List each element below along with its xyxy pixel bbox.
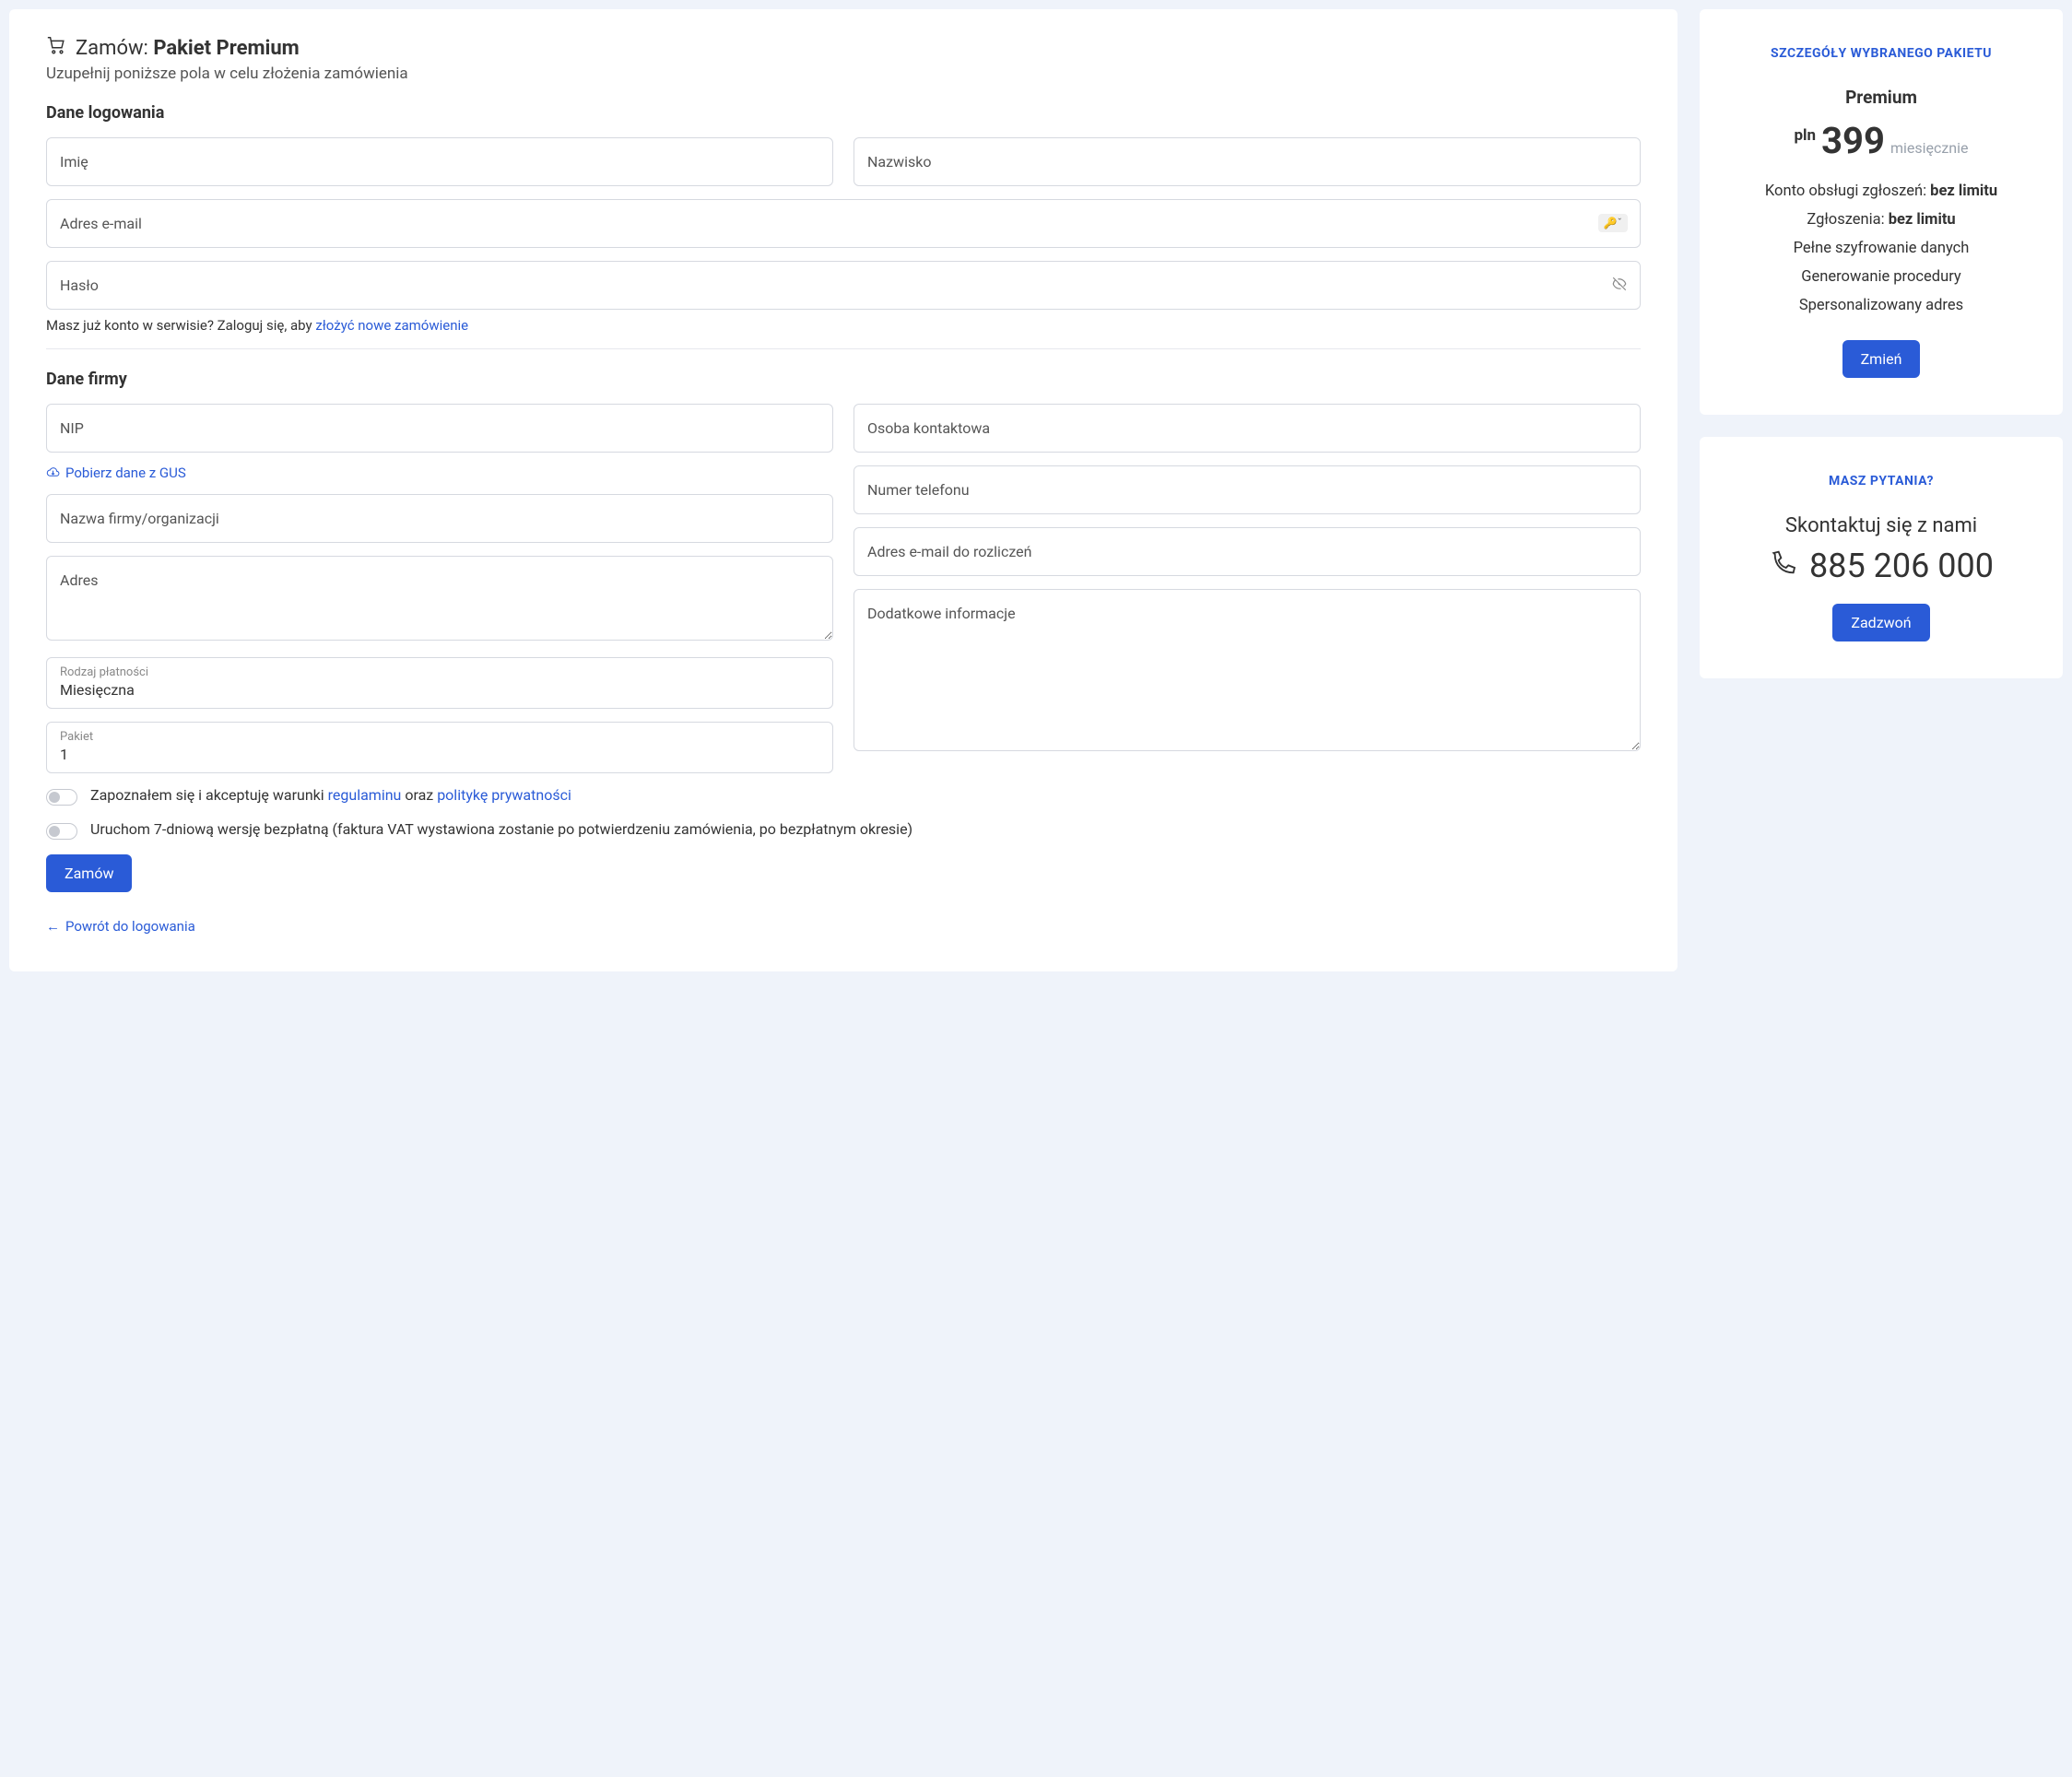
submit-order-button[interactable]: Zamów xyxy=(46,854,132,892)
cart-icon xyxy=(46,35,66,61)
plan-price: pln 399 miesięcznie xyxy=(1729,119,2033,162)
divider xyxy=(46,348,1641,349)
page-title: Zamów: Pakiet Premium xyxy=(76,37,300,60)
contact-subheading: Skontaktuj się z nami xyxy=(1729,514,2033,537)
arrow-left-icon: ← xyxy=(46,918,60,935)
eye-off-icon[interactable] xyxy=(1611,276,1628,296)
first-name-input[interactable] xyxy=(46,137,833,186)
plan-feature: Konto obsługi zgłoszeń: bez limitu xyxy=(1729,182,2033,200)
password-input[interactable] xyxy=(46,261,1641,310)
gus-fetch-link[interactable]: Pobierz dane z GUS xyxy=(46,465,186,481)
contact-card-heading: MASZ PYTANIA? xyxy=(1729,474,2033,488)
contact-phone-number: 885 206 000 xyxy=(1809,547,1994,585)
company-section-heading: Dane firmy xyxy=(46,370,1641,389)
key-suggestion-icon[interactable]: 🔑ˇ xyxy=(1598,214,1628,232)
accept-terms-label: Zapoznałem się i akceptuję warunki regul… xyxy=(90,786,571,804)
last-name-input[interactable] xyxy=(854,137,1641,186)
phone-input[interactable] xyxy=(854,465,1641,514)
contact-person-input[interactable] xyxy=(854,404,1641,453)
address-input[interactable] xyxy=(46,556,833,641)
plan-card-heading: SZCZEGÓŁY WYBRANEGO PAKIETU xyxy=(1729,46,2033,61)
plan-feature: Generowanie procedury xyxy=(1729,268,2033,286)
privacy-link[interactable]: politykę prywatności xyxy=(437,786,571,804)
page-subtitle: Uzupełnij poniższe pola w celu złożenia … xyxy=(46,65,1641,83)
extra-info-input[interactable] xyxy=(854,589,1641,751)
terms-link[interactable]: regulaminu xyxy=(328,786,402,804)
change-plan-button[interactable]: Zmień xyxy=(1842,340,1921,378)
back-to-login-link[interactable]: ← Powrót do logowania xyxy=(46,918,195,935)
payment-type-select[interactable]: Rodzaj płatności Miesięczna xyxy=(46,657,833,709)
contact-card: MASZ PYTANIA? Skontaktuj się z nami 885 … xyxy=(1700,437,2063,678)
free-trial-toggle[interactable] xyxy=(46,823,77,840)
plan-feature: Zgłoszenia: bez limitu xyxy=(1729,211,2033,229)
call-button[interactable]: Zadzwoń xyxy=(1832,604,1929,641)
accept-terms-toggle[interactable] xyxy=(46,789,77,806)
plan-features: Konto obsługi zgłoszeń: bez limitu Zgłos… xyxy=(1729,182,2033,314)
plan-feature: Pełne szyfrowanie danych xyxy=(1729,240,2033,257)
package-select[interactable]: Pakiet 1 xyxy=(46,722,833,773)
plan-details-card: SZCZEGÓŁY WYBRANEGO PAKIETU Premium pln … xyxy=(1700,9,2063,415)
free-trial-label: Uruchom 7-dniową wersję bezpłatną (faktu… xyxy=(90,820,912,838)
order-form-panel: Zamów: Pakiet Premium Uzupełnij poniższe… xyxy=(9,9,1678,971)
nip-input[interactable] xyxy=(46,404,833,453)
billing-email-input[interactable] xyxy=(854,527,1641,576)
login-section-heading: Dane logowania xyxy=(46,103,1641,123)
plan-name: Premium xyxy=(1729,87,2033,108)
plan-feature: Spersonalizowany adres xyxy=(1729,297,2033,314)
phone-icon xyxy=(1769,549,1798,583)
company-name-input[interactable] xyxy=(46,494,833,543)
email-input[interactable] xyxy=(46,199,1641,248)
